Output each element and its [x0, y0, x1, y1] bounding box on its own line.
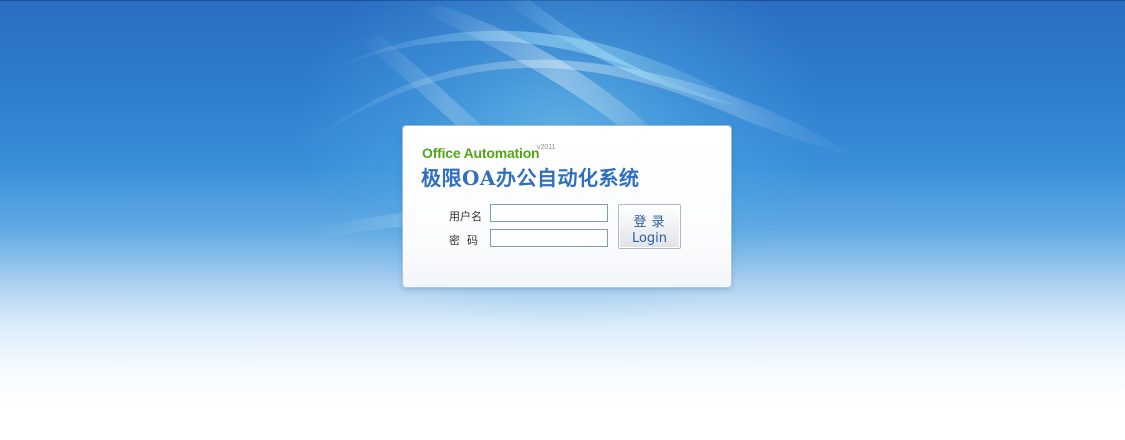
login-panel: Office Automation v2011 极限OA办公自动化系统 用户名 …	[403, 126, 731, 287]
brand-english-title: Office Automation	[422, 145, 540, 161]
brand-version: v2011	[537, 144, 556, 151]
password-input[interactable]	[490, 229, 608, 247]
login-button-label-en: Login	[631, 231, 668, 246]
login-button-label-cn: 登录	[633, 215, 670, 230]
username-label: 用户名	[449, 210, 482, 223]
password-label: 密码	[449, 234, 485, 247]
login-button[interactable]: 登录 Login	[618, 204, 681, 249]
username-input[interactable]	[490, 204, 608, 222]
brand-chinese-title: 极限OA办公自动化系统	[421, 166, 640, 190]
login-page: Office Automation v2011 极限OA办公自动化系统 用户名 …	[0, 0, 1125, 440]
